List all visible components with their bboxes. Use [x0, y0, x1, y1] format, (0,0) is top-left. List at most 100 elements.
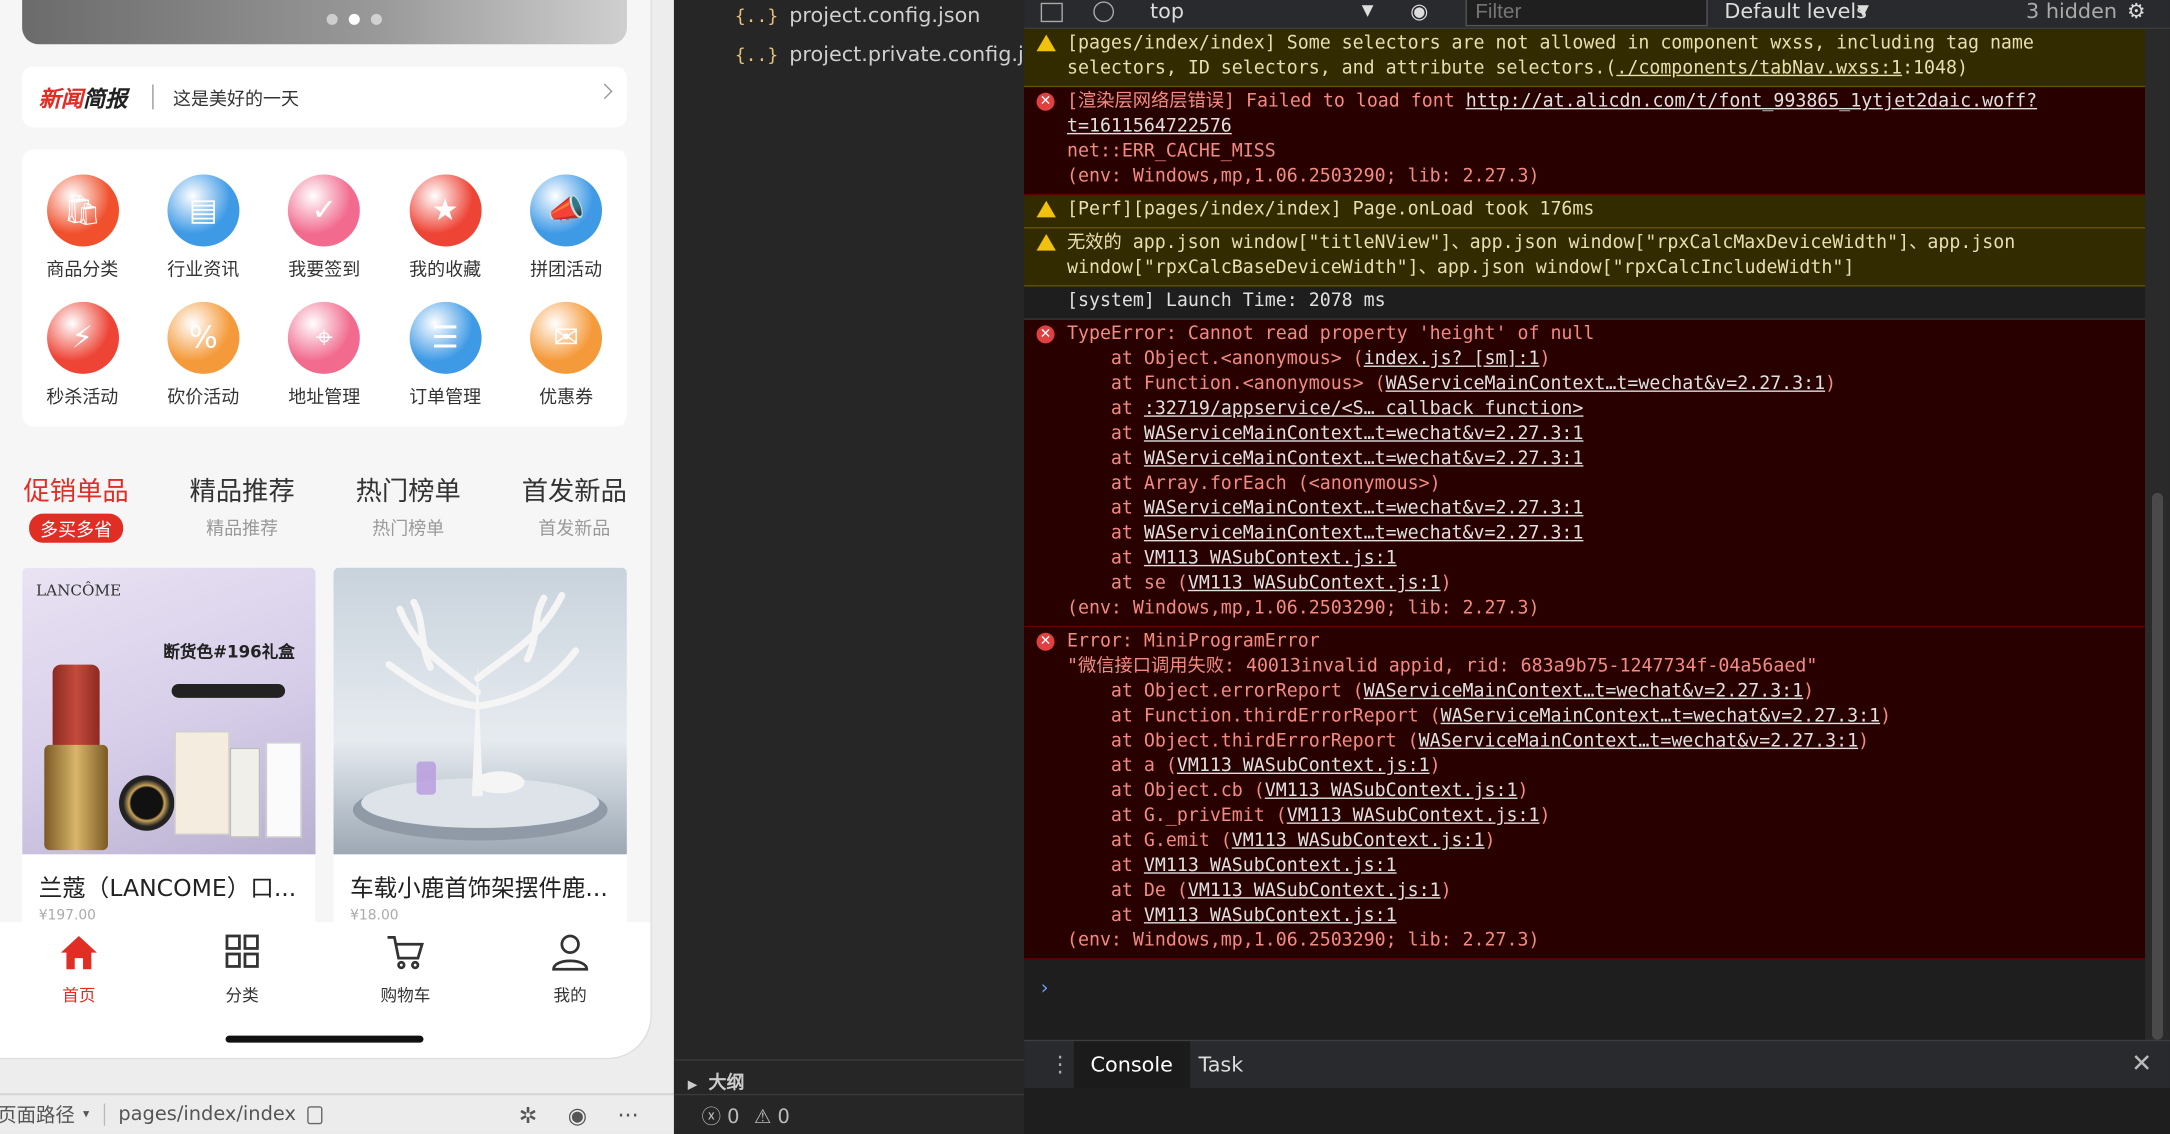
console-message-text: [Perf][pages/index/index] Page.onLoad to… — [1066, 199, 1595, 221]
tab-promo[interactable]: 促销单品 多买多省 — [0, 471, 152, 543]
lipstick-cap-image — [119, 775, 175, 831]
star-icon: ★ — [409, 174, 482, 247]
tabbar-label: 购物车 — [380, 985, 431, 1006]
grid-item[interactable]: 📣 拼团活动 — [506, 174, 626, 281]
tabbar-home[interactable]: 首页 — [10, 933, 148, 1006]
tab-item[interactable]: 精品推荐 精品推荐 — [166, 471, 318, 540]
tab-title: 促销单品 — [23, 476, 129, 507]
more-vertical-icon[interactable]: ⋮ — [1049, 1051, 1071, 1077]
tabbar-label: 分类 — [225, 985, 259, 1006]
eye-icon[interactable]: ◉ — [1410, 0, 1428, 24]
gift-box-image — [174, 731, 230, 835]
grid-item[interactable]: ⚡ 秒杀活动 — [22, 301, 142, 409]
warning-icon — [1036, 34, 1056, 52]
scrollbar[interactable] — [2145, 29, 2170, 1040]
page-path-label[interactable]: 页面路径 — [0, 1101, 75, 1129]
divider — [103, 1103, 105, 1126]
product-card[interactable]: 车载小鹿首饰架摆件鹿... ¥18.00 — [333, 567, 627, 942]
promo-text: 断货色#196礼盒 — [163, 642, 295, 662]
console-prompt-icon[interactable]: › — [1041, 978, 1049, 1000]
carousel-dot[interactable] — [326, 13, 338, 25]
bug-icon[interactable]: ✲ — [519, 1101, 538, 1127]
grid-item-label: 我的收藏 — [409, 260, 482, 282]
tag-icon: % — [167, 301, 240, 374]
drawer-tabs: ⋮ Console Task ✕ — [1024, 1039, 2170, 1090]
grid-item-label: 商品分类 — [46, 260, 119, 282]
context-select[interactable]: top — [1150, 0, 1184, 24]
file-item[interactable]: {..} project.private.config.js... — [735, 42, 1055, 67]
carousel-dot[interactable] — [370, 13, 382, 25]
copy-icon[interactable] — [306, 1105, 323, 1124]
sidebar-toggle-icon[interactable] — [1040, 2, 1063, 23]
log-levels-select[interactable]: Default levels — [1724, 0, 1867, 24]
product-image: LANCÔME 断货色#196礼盒 — [22, 567, 316, 855]
filter-input[interactable] — [1465, 0, 1708, 27]
drawer-body — [1024, 1088, 2170, 1134]
lipstick-image — [52, 664, 100, 748]
grid-item[interactable]: ✉ 优惠券 — [506, 301, 626, 409]
console-messages: [pages/index/index] Some selectors are n… — [1024, 29, 2146, 960]
tab-item[interactable]: 热门榜单 热门榜单 — [332, 471, 484, 540]
dropdown-arrow-icon[interactable]: ▾ — [83, 1108, 89, 1122]
more-icon[interactable]: ··· — [618, 1101, 639, 1127]
grid-item-label: 砍价活动 — [167, 387, 240, 409]
tabbar-label: 我的 — [553, 985, 587, 1006]
chevron-right-icon: ▶ — [687, 1078, 698, 1093]
chevron-down-icon[interactable]: ▼ — [1362, 1, 1374, 19]
tab-title: 热门榜单 — [355, 476, 461, 507]
file-item[interactable]: {..} project.config.json — [735, 3, 981, 28]
grid-item-label: 订单管理 — [409, 387, 482, 409]
error-count: 0 — [727, 1106, 740, 1129]
simulator-panel: 新闻简报 这是美好的一天 🛍 商品分类 ▤ 行业资讯 ✓ 我要签到 ★ 我的收藏 📣 拼团活动 ⚡ 秒… — [0, 0, 674, 1134]
console-message-error: ✕ TypeError: Cannot read property 'height… — [1024, 319, 2146, 628]
product-card[interactable]: LANCÔME 断货色#196礼盒 兰蔻（LANCOME）口... ¥197.0… — [22, 567, 316, 942]
megaphone-icon: 📣 — [530, 174, 603, 247]
grid-icon — [225, 934, 259, 968]
console-message-info: [system] Launch Time: 2078 ms — [1024, 286, 2146, 320]
gear-icon[interactable]: ⚙ — [2127, 0, 2146, 24]
error-icon: ✕ — [1036, 92, 1055, 111]
grid-item-label: 优惠券 — [539, 387, 594, 409]
console-message-warn: [Perf][pages/index/index] Page.onLoad to… — [1024, 195, 2146, 229]
console-message-text: Error: MiniProgramError "微信接口调用失败: 40013… — [1066, 631, 1892, 952]
home-icon — [60, 935, 97, 970]
console-message-error: ✕ [渲染层网络层错误] Failed to load font http://a… — [1024, 87, 2146, 196]
error-icon: ✕ — [1036, 325, 1055, 344]
deer-jewelry-stand-image — [352, 591, 608, 841]
grid-item-label: 我要签到 — [288, 260, 361, 282]
clear-console-icon[interactable] — [1093, 1, 1115, 23]
tab-task[interactable]: Task — [1182, 1041, 1260, 1089]
tabbar-mine[interactable]: 我的 — [501, 933, 639, 1006]
calendar-icon: ✓ — [288, 174, 361, 247]
grid-item[interactable]: ▤ 行业资讯 — [143, 174, 263, 281]
grid-item[interactable]: ★ 我的收藏 — [385, 174, 505, 281]
carousel-dots — [326, 13, 382, 25]
scrollbar-thumb[interactable] — [2151, 492, 2164, 1040]
console-message-warn: [pages/index/index] Some selectors are n… — [1024, 29, 2146, 88]
chevron-down-icon[interactable]: ▼ — [1857, 1, 1869, 19]
tab-item[interactable]: 首发新品 首发新品 — [498, 471, 650, 540]
problems-status[interactable]: ⓧ 0 ⚠ 0 — [673, 1093, 1025, 1134]
grid-item[interactable]: 🛍 商品分类 — [22, 174, 142, 281]
grid-item-label: 秒杀活动 — [46, 387, 119, 409]
carousel-dot-active[interactable] — [348, 13, 360, 25]
news-bar[interactable]: 新闻简报 这是美好的一天 — [22, 66, 627, 128]
grid-item[interactable]: ✓ 我要签到 — [264, 174, 384, 281]
phone-screen: 新闻简报 这是美好的一天 🛍 商品分类 ▤ 行业资讯 ✓ 我要签到 ★ 我的收藏 📣 拼团活动 ⚡ 秒… — [0, 0, 652, 1060]
outline-section[interactable]: ▶ 大纲 — [673, 1059, 1025, 1094]
grid-item[interactable]: ☰ 订单管理 — [385, 301, 505, 409]
divider — [152, 84, 154, 110]
grid-item[interactable]: ⌖ 地址管理 — [264, 301, 384, 408]
tab-console[interactable]: Console — [1073, 1041, 1190, 1090]
grid-item-label: 行业资讯 — [167, 260, 240, 282]
warning-icon — [1036, 200, 1056, 218]
eye-icon[interactable]: ◉ — [568, 1101, 587, 1127]
console-panel: top ▼ ◉ Default levels ▼ 3 hidden ⚙ [pag… — [1024, 0, 2170, 1134]
grid-item[interactable]: % 砍价活动 — [143, 301, 263, 409]
tabbar-cart[interactable]: 购物车 — [336, 933, 474, 1006]
banner-carousel[interactable] — [22, 0, 627, 45]
tab-title: 精品推荐 — [189, 476, 295, 507]
cart-icon — [387, 935, 424, 970]
tabbar-category[interactable]: 分类 — [173, 933, 311, 1006]
close-icon[interactable]: ✕ — [2131, 1050, 2152, 1079]
